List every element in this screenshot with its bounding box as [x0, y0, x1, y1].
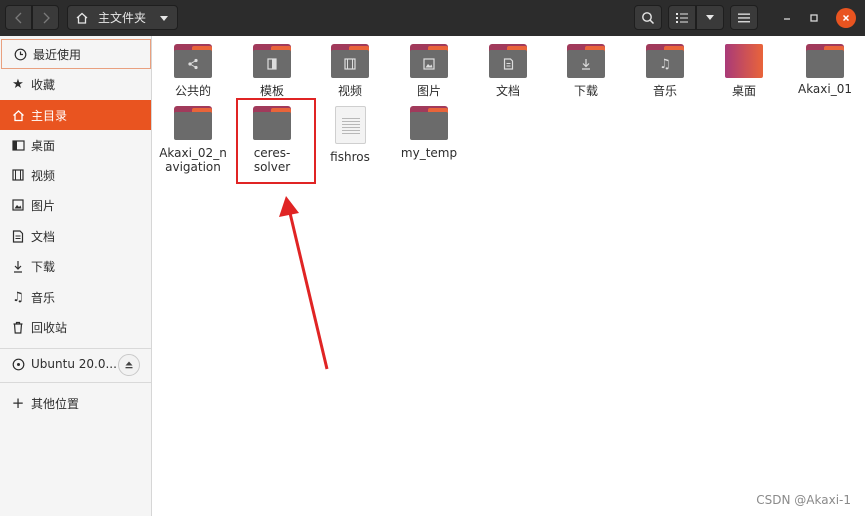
sidebar-item-music[interactable]: ♫ 音乐 — [0, 282, 151, 312]
file-grid: 公共的 模板 视频 图片 文档 下载 ♫ 音乐 桌面 Akaxi_01 Akax… — [152, 36, 865, 516]
main-menu-button[interactable] — [730, 5, 758, 30]
sidebar-item-label: Ubuntu 20.0... — [31, 357, 117, 371]
header-bar: 主文件夹 — [0, 0, 865, 36]
view-options-button[interactable] — [696, 5, 724, 30]
sidebar-item-videos[interactable]: 视频 — [0, 160, 151, 190]
minimize-button[interactable] — [777, 8, 797, 28]
sidebar-item-pictures[interactable]: 图片 — [0, 190, 151, 220]
sidebar-item-label: 最近使用 — [33, 47, 82, 62]
back-button[interactable] — [5, 5, 32, 30]
forward-button[interactable] — [32, 5, 59, 30]
close-icon — [842, 14, 850, 22]
music-icon: ♫ — [12, 289, 24, 305]
star-icon: ★ — [12, 76, 24, 92]
sidebar-item-recent[interactable]: 最近使用 — [1, 39, 151, 69]
sidebar-item-downloads[interactable]: 下载 — [0, 251, 151, 281]
sidebar-item-label: 图片 — [31, 198, 56, 213]
sidebar-item-label: 主目录 — [31, 108, 68, 123]
path-bar-home-button[interactable]: 主文件夹 — [67, 5, 178, 30]
clock-icon — [13, 47, 27, 61]
hamburger-menu-icon — [738, 13, 750, 22]
sidebar: 最近使用 ★ 收藏 主目录 桌面 视频 图片 文档 下载 ♫ 音乐 回收站 Ub… — [0, 36, 152, 516]
eject-icon — [125, 361, 133, 369]
chevron-down-icon — [706, 15, 714, 20]
sidebar-item-other-locations[interactable]: + 其他位置 — [0, 388, 151, 418]
video-icon — [11, 168, 25, 182]
eject-button[interactable] — [118, 354, 140, 376]
sidebar-item-trash[interactable]: 回收站 — [0, 312, 151, 342]
home-icon — [11, 108, 25, 122]
maximize-button[interactable] — [804, 8, 824, 28]
image-icon — [11, 198, 25, 212]
desktop-icon — [11, 138, 25, 152]
sidebar-item-label: 其他位置 — [31, 396, 80, 411]
chevron-right-icon — [43, 12, 50, 23]
search-button[interactable] — [634, 5, 662, 30]
view-toggle-button[interactable] — [668, 5, 696, 30]
annotation-arrow — [279, 196, 329, 370]
sidebar-item-label: 桌面 — [31, 138, 56, 153]
file-manager-window: 主文件夹 最近使用 ★ 收藏 主目录 桌面 视频 图片 文档 下载 ♫ 音乐 回… — [0, 0, 865, 516]
sidebar-item-label: 收藏 — [31, 77, 56, 92]
download-icon — [11, 259, 25, 273]
sidebar-item-label: 视频 — [31, 168, 56, 183]
sidebar-item-label: 文档 — [31, 229, 56, 244]
sidebar-item-label: 音乐 — [31, 290, 56, 305]
document-icon — [11, 229, 25, 243]
sidebar-separator — [0, 382, 151, 383]
minimize-icon — [784, 18, 790, 20]
sidebar-item-starred[interactable]: ★ 收藏 — [0, 69, 151, 99]
list-view-icon — [676, 12, 688, 23]
sidebar-item-home[interactable]: 主目录 — [0, 100, 151, 130]
watermark: CSDN @Akaxi-1 — [756, 493, 851, 507]
path-bar-label: 主文件夹 — [98, 11, 147, 25]
maximize-icon — [810, 14, 818, 22]
sidebar-item-desktop[interactable]: 桌面 — [0, 130, 151, 160]
close-button[interactable] — [836, 8, 856, 28]
sidebar-item-label: 回收站 — [31, 320, 68, 335]
trash-icon — [11, 320, 25, 334]
chevron-down-icon — [160, 16, 168, 21]
plus-icon: + — [11, 394, 25, 412]
disc-icon — [11, 357, 25, 371]
search-icon — [642, 11, 655, 24]
sidebar-item-documents[interactable]: 文档 — [0, 221, 151, 251]
home-icon — [76, 12, 88, 24]
chevron-left-icon — [14, 12, 21, 23]
sidebar-item-label: 下载 — [31, 259, 56, 274]
